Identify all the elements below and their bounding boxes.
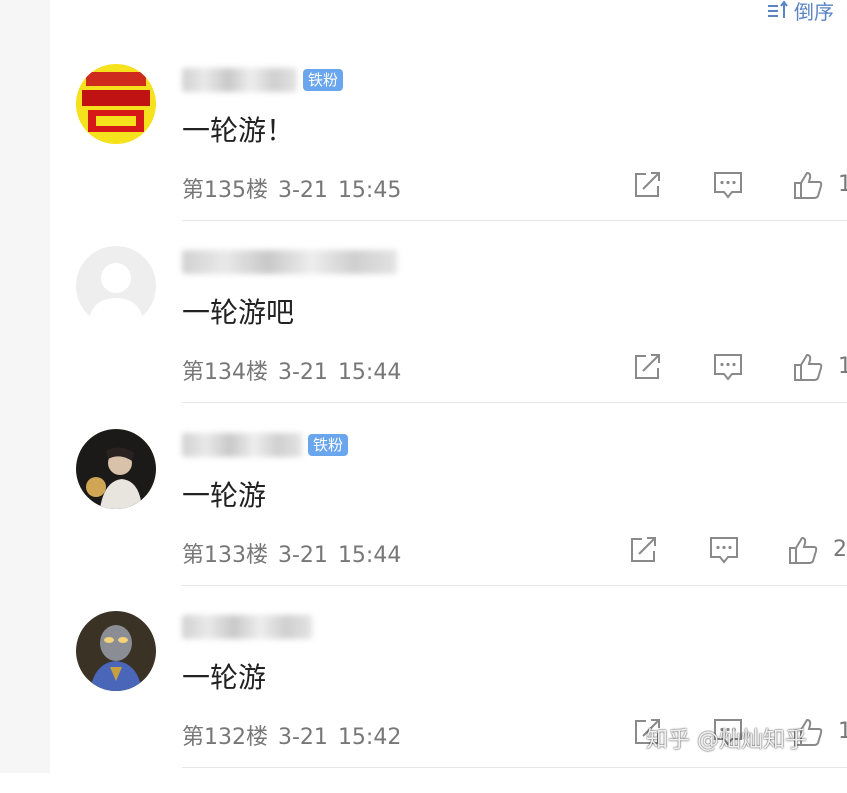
blurred-username bbox=[182, 250, 397, 274]
share-button[interactable] bbox=[632, 352, 664, 382]
like-button[interactable] bbox=[792, 352, 824, 382]
share-icon bbox=[635, 172, 660, 197]
comment-item: 铁粉 一轮游 第133楼 3-21 15:44 2 bbox=[0, 429, 847, 611]
like-count: 1 bbox=[838, 719, 847, 744]
avatar[interactable] bbox=[76, 246, 156, 326]
divider bbox=[182, 220, 847, 221]
avatar[interactable] bbox=[76, 611, 156, 691]
share-icon bbox=[635, 354, 660, 379]
blurred-username bbox=[182, 68, 297, 92]
share-icon bbox=[631, 537, 656, 562]
comment-time: 15:45 bbox=[337, 178, 402, 203]
reply-button[interactable] bbox=[708, 535, 740, 565]
comment-text: 一轮游！ bbox=[182, 114, 295, 147]
divider bbox=[182, 767, 847, 768]
reply-icon bbox=[714, 354, 742, 381]
username[interactable] bbox=[182, 614, 312, 640]
reply-icon bbox=[710, 537, 738, 564]
sort-label: 倒序 bbox=[794, 0, 834, 24]
like-count: 1 bbox=[838, 354, 847, 379]
comment-text: 一轮游 bbox=[182, 479, 267, 512]
username[interactable]: 铁粉 bbox=[182, 432, 349, 458]
share-button[interactable] bbox=[632, 170, 664, 200]
comment-meta: 第132楼 3-21 15:42 bbox=[182, 719, 401, 751]
divider bbox=[182, 402, 847, 403]
avatar[interactable] bbox=[76, 64, 156, 144]
comment-date: 3-21 bbox=[278, 360, 328, 385]
reply-button[interactable] bbox=[712, 352, 744, 382]
divider bbox=[182, 585, 847, 586]
sort-descending-icon bbox=[766, 0, 790, 22]
reply-icon bbox=[714, 172, 742, 199]
comment-time: 15:42 bbox=[337, 725, 402, 750]
comment-item: 一轮游 第132楼 3-21 15:42 1 bbox=[0, 611, 847, 793]
like-count: 1 bbox=[838, 172, 847, 197]
comment-text: 一轮游 bbox=[182, 661, 267, 694]
like-count: 2 bbox=[833, 537, 847, 562]
thumbs-up-icon bbox=[789, 536, 818, 564]
comment-date: 3-21 bbox=[278, 178, 328, 203]
floor-number: 第132楼 bbox=[182, 725, 268, 750]
comment-item: 一轮游吧 第134楼 3-21 15:44 1 bbox=[0, 246, 847, 428]
blurred-username bbox=[182, 433, 302, 457]
comment-meta: 第134楼 3-21 15:44 bbox=[182, 354, 401, 386]
comment-item: 铁粉 一轮游！ 第135楼 3-21 15:45 1 bbox=[0, 64, 847, 246]
fan-badge: 铁粉 bbox=[303, 69, 344, 91]
floor-number: 第134楼 bbox=[182, 360, 268, 385]
comment-date: 3-21 bbox=[278, 543, 328, 568]
comment-meta: 第133楼 3-21 15:44 bbox=[182, 537, 401, 569]
thumbs-up-icon bbox=[794, 353, 823, 381]
comment-time: 15:44 bbox=[337, 543, 402, 568]
share-button[interactable] bbox=[628, 535, 660, 565]
sort-order-toggle[interactable]: 倒序 bbox=[766, 0, 834, 25]
thumbs-up-icon bbox=[794, 171, 823, 199]
reply-button[interactable] bbox=[712, 170, 744, 200]
comment-meta: 第135楼 3-21 15:45 bbox=[182, 172, 401, 204]
like-button[interactable] bbox=[792, 170, 824, 200]
floor-number: 第135楼 bbox=[182, 178, 268, 203]
blurred-username bbox=[182, 615, 312, 639]
like-button[interactable] bbox=[787, 535, 819, 565]
comment-time: 15:44 bbox=[337, 360, 402, 385]
fan-badge: 铁粉 bbox=[308, 434, 349, 456]
floor-number: 第133楼 bbox=[182, 543, 268, 568]
comment-date: 3-21 bbox=[278, 725, 328, 750]
username[interactable]: 铁粉 bbox=[182, 67, 344, 93]
comment-text: 一轮游吧 bbox=[182, 296, 295, 329]
watermark-text: 知乎 @灿灿知乎 bbox=[646, 728, 807, 753]
avatar[interactable] bbox=[76, 429, 156, 509]
username[interactable] bbox=[182, 249, 397, 275]
